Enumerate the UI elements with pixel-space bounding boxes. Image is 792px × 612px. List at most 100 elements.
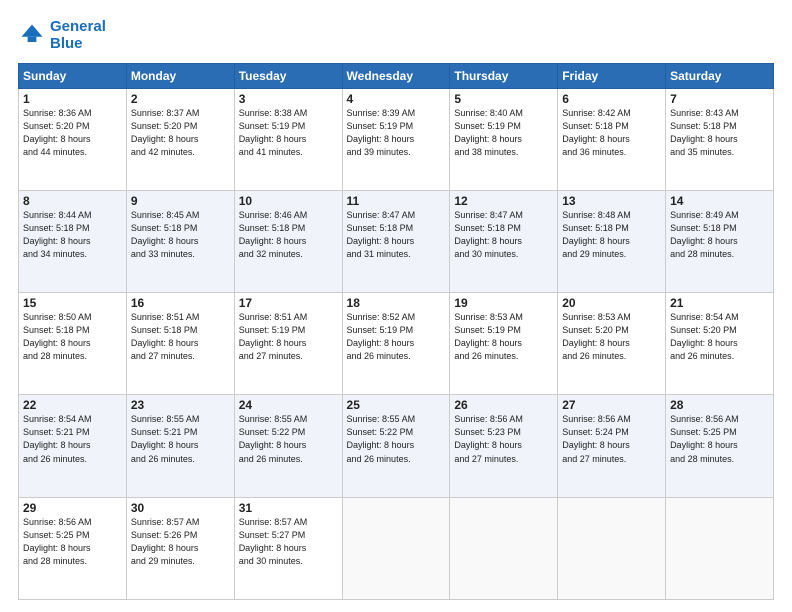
day-info: Sunrise: 8:47 AMSunset: 5:18 PMDaylight:… bbox=[454, 209, 553, 261]
calendar-cell: 29 Sunrise: 8:56 AMSunset: 5:25 PMDaylig… bbox=[19, 497, 127, 599]
day-info: Sunrise: 8:54 AMSunset: 5:20 PMDaylight:… bbox=[670, 311, 769, 363]
day-info: Sunrise: 8:51 AMSunset: 5:19 PMDaylight:… bbox=[239, 311, 338, 363]
day-info: Sunrise: 8:40 AMSunset: 5:19 PMDaylight:… bbox=[454, 107, 553, 159]
day-info: Sunrise: 8:36 AMSunset: 5:20 PMDaylight:… bbox=[23, 107, 122, 159]
day-number: 13 bbox=[562, 194, 661, 208]
calendar-cell: 19 Sunrise: 8:53 AMSunset: 5:19 PMDaylig… bbox=[450, 293, 558, 395]
calendar-cell: 17 Sunrise: 8:51 AMSunset: 5:19 PMDaylig… bbox=[234, 293, 342, 395]
calendar-table: Sunday Monday Tuesday Wednesday Thursday… bbox=[18, 63, 774, 601]
calendar-cell: 12 Sunrise: 8:47 AMSunset: 5:18 PMDaylig… bbox=[450, 190, 558, 292]
day-number: 22 bbox=[23, 398, 122, 412]
day-number: 29 bbox=[23, 501, 122, 515]
day-info: Sunrise: 8:39 AMSunset: 5:19 PMDaylight:… bbox=[347, 107, 446, 159]
calendar-cell: 27 Sunrise: 8:56 AMSunset: 5:24 PMDaylig… bbox=[558, 395, 666, 497]
day-number: 18 bbox=[347, 296, 446, 310]
day-number: 27 bbox=[562, 398, 661, 412]
day-number: 6 bbox=[562, 92, 661, 106]
day-info: Sunrise: 8:54 AMSunset: 5:21 PMDaylight:… bbox=[23, 413, 122, 465]
calendar-body: 1 Sunrise: 8:36 AMSunset: 5:20 PMDayligh… bbox=[19, 88, 774, 600]
calendar-cell: 7 Sunrise: 8:43 AMSunset: 5:18 PMDayligh… bbox=[666, 88, 774, 190]
day-info: Sunrise: 8:56 AMSunset: 5:25 PMDaylight:… bbox=[23, 516, 122, 568]
day-info: Sunrise: 8:56 AMSunset: 5:25 PMDaylight:… bbox=[670, 413, 769, 465]
day-info: Sunrise: 8:47 AMSunset: 5:18 PMDaylight:… bbox=[347, 209, 446, 261]
header-tuesday: Tuesday bbox=[234, 63, 342, 88]
calendar-cell: 26 Sunrise: 8:56 AMSunset: 5:23 PMDaylig… bbox=[450, 395, 558, 497]
day-number: 3 bbox=[239, 92, 338, 106]
day-number: 24 bbox=[239, 398, 338, 412]
day-info: Sunrise: 8:52 AMSunset: 5:19 PMDaylight:… bbox=[347, 311, 446, 363]
header-friday: Friday bbox=[558, 63, 666, 88]
calendar-week-row: 29 Sunrise: 8:56 AMSunset: 5:25 PMDaylig… bbox=[19, 497, 774, 599]
calendar-week-row: 8 Sunrise: 8:44 AMSunset: 5:18 PMDayligh… bbox=[19, 190, 774, 292]
day-info: Sunrise: 8:57 AMSunset: 5:27 PMDaylight:… bbox=[239, 516, 338, 568]
calendar-cell: 14 Sunrise: 8:49 AMSunset: 5:18 PMDaylig… bbox=[666, 190, 774, 292]
calendar-cell: 10 Sunrise: 8:46 AMSunset: 5:18 PMDaylig… bbox=[234, 190, 342, 292]
header: General Blue bbox=[18, 18, 774, 53]
day-info: Sunrise: 8:44 AMSunset: 5:18 PMDaylight:… bbox=[23, 209, 122, 261]
calendar-cell: 4 Sunrise: 8:39 AMSunset: 5:19 PMDayligh… bbox=[342, 88, 450, 190]
header-wednesday: Wednesday bbox=[342, 63, 450, 88]
calendar-cell bbox=[342, 497, 450, 599]
calendar-cell: 31 Sunrise: 8:57 AMSunset: 5:27 PMDaylig… bbox=[234, 497, 342, 599]
day-info: Sunrise: 8:51 AMSunset: 5:18 PMDaylight:… bbox=[131, 311, 230, 363]
day-info: Sunrise: 8:48 AMSunset: 5:18 PMDaylight:… bbox=[562, 209, 661, 261]
day-number: 1 bbox=[23, 92, 122, 106]
calendar-header: Sunday Monday Tuesday Wednesday Thursday… bbox=[19, 63, 774, 88]
day-number: 21 bbox=[670, 296, 769, 310]
day-info: Sunrise: 8:42 AMSunset: 5:18 PMDaylight:… bbox=[562, 107, 661, 159]
day-info: Sunrise: 8:55 AMSunset: 5:22 PMDaylight:… bbox=[239, 413, 338, 465]
header-saturday: Saturday bbox=[666, 63, 774, 88]
header-thursday: Thursday bbox=[450, 63, 558, 88]
calendar-cell: 3 Sunrise: 8:38 AMSunset: 5:19 PMDayligh… bbox=[234, 88, 342, 190]
day-info: Sunrise: 8:53 AMSunset: 5:19 PMDaylight:… bbox=[454, 311, 553, 363]
day-number: 7 bbox=[670, 92, 769, 106]
logo-text: General Blue bbox=[50, 18, 106, 53]
calendar-cell bbox=[558, 497, 666, 599]
calendar-page: General Blue Sunday Monday Tuesday Wedne… bbox=[0, 0, 792, 612]
day-number: 17 bbox=[239, 296, 338, 310]
day-number: 11 bbox=[347, 194, 446, 208]
day-info: Sunrise: 8:57 AMSunset: 5:26 PMDaylight:… bbox=[131, 516, 230, 568]
header-monday: Monday bbox=[126, 63, 234, 88]
calendar-cell: 25 Sunrise: 8:55 AMSunset: 5:22 PMDaylig… bbox=[342, 395, 450, 497]
day-number: 31 bbox=[239, 501, 338, 515]
calendar-cell: 9 Sunrise: 8:45 AMSunset: 5:18 PMDayligh… bbox=[126, 190, 234, 292]
calendar-cell: 30 Sunrise: 8:57 AMSunset: 5:26 PMDaylig… bbox=[126, 497, 234, 599]
day-info: Sunrise: 8:45 AMSunset: 5:18 PMDaylight:… bbox=[131, 209, 230, 261]
calendar-week-row: 1 Sunrise: 8:36 AMSunset: 5:20 PMDayligh… bbox=[19, 88, 774, 190]
day-number: 26 bbox=[454, 398, 553, 412]
day-info: Sunrise: 8:43 AMSunset: 5:18 PMDaylight:… bbox=[670, 107, 769, 159]
calendar-cell: 22 Sunrise: 8:54 AMSunset: 5:21 PMDaylig… bbox=[19, 395, 127, 497]
day-info: Sunrise: 8:50 AMSunset: 5:18 PMDaylight:… bbox=[23, 311, 122, 363]
calendar-cell: 11 Sunrise: 8:47 AMSunset: 5:18 PMDaylig… bbox=[342, 190, 450, 292]
day-number: 19 bbox=[454, 296, 553, 310]
day-number: 8 bbox=[23, 194, 122, 208]
day-number: 14 bbox=[670, 194, 769, 208]
day-info: Sunrise: 8:56 AMSunset: 5:23 PMDaylight:… bbox=[454, 413, 553, 465]
calendar-cell: 23 Sunrise: 8:55 AMSunset: 5:21 PMDaylig… bbox=[126, 395, 234, 497]
day-info: Sunrise: 8:46 AMSunset: 5:18 PMDaylight:… bbox=[239, 209, 338, 261]
day-info: Sunrise: 8:38 AMSunset: 5:19 PMDaylight:… bbox=[239, 107, 338, 159]
weekday-header-row: Sunday Monday Tuesday Wednesday Thursday… bbox=[19, 63, 774, 88]
calendar-cell: 6 Sunrise: 8:42 AMSunset: 5:18 PMDayligh… bbox=[558, 88, 666, 190]
day-info: Sunrise: 8:49 AMSunset: 5:18 PMDaylight:… bbox=[670, 209, 769, 261]
calendar-cell bbox=[450, 497, 558, 599]
calendar-week-row: 22 Sunrise: 8:54 AMSunset: 5:21 PMDaylig… bbox=[19, 395, 774, 497]
day-number: 16 bbox=[131, 296, 230, 310]
calendar-cell bbox=[666, 497, 774, 599]
calendar-cell: 5 Sunrise: 8:40 AMSunset: 5:19 PMDayligh… bbox=[450, 88, 558, 190]
calendar-cell: 18 Sunrise: 8:52 AMSunset: 5:19 PMDaylig… bbox=[342, 293, 450, 395]
day-info: Sunrise: 8:55 AMSunset: 5:21 PMDaylight:… bbox=[131, 413, 230, 465]
day-number: 30 bbox=[131, 501, 230, 515]
day-number: 15 bbox=[23, 296, 122, 310]
day-number: 25 bbox=[347, 398, 446, 412]
logo-icon bbox=[18, 21, 46, 49]
calendar-cell: 28 Sunrise: 8:56 AMSunset: 5:25 PMDaylig… bbox=[666, 395, 774, 497]
day-info: Sunrise: 8:53 AMSunset: 5:20 PMDaylight:… bbox=[562, 311, 661, 363]
calendar-cell: 21 Sunrise: 8:54 AMSunset: 5:20 PMDaylig… bbox=[666, 293, 774, 395]
day-number: 10 bbox=[239, 194, 338, 208]
day-number: 12 bbox=[454, 194, 553, 208]
calendar-cell: 15 Sunrise: 8:50 AMSunset: 5:18 PMDaylig… bbox=[19, 293, 127, 395]
calendar-cell: 2 Sunrise: 8:37 AMSunset: 5:20 PMDayligh… bbox=[126, 88, 234, 190]
day-info: Sunrise: 8:55 AMSunset: 5:22 PMDaylight:… bbox=[347, 413, 446, 465]
